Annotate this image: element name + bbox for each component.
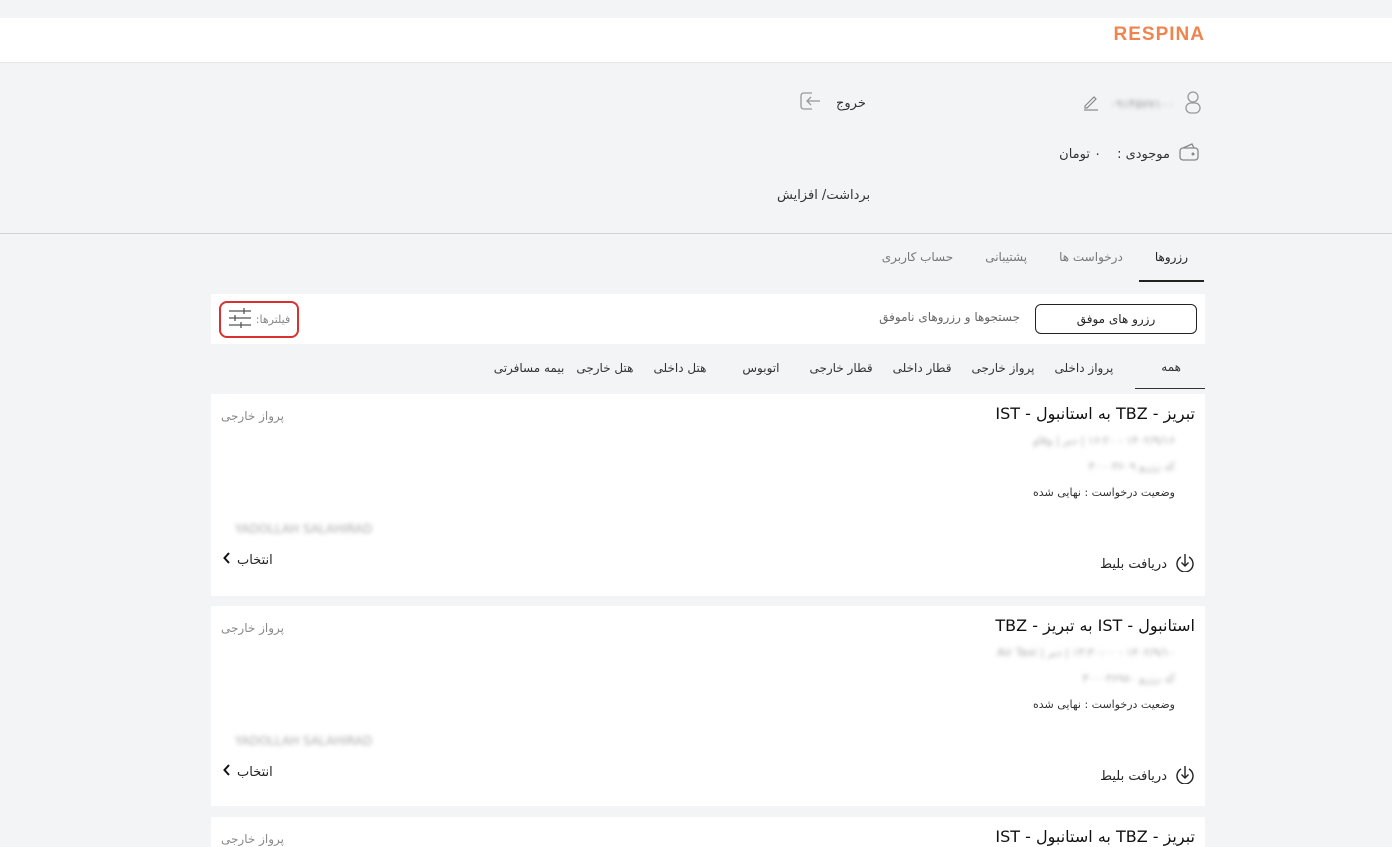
download-icon	[1175, 764, 1195, 788]
logout-button[interactable]: خروج	[798, 90, 866, 116]
booking-route: استانبول - IST به تبریز - TBZ	[995, 616, 1195, 635]
booking-type: پرواز خارجی	[221, 832, 284, 846]
select-label: انتخاب	[237, 764, 273, 780]
booking-status: وضعیت درخواست : نهایی شده	[1032, 486, 1175, 499]
booking-code: کد رزرو ۳۰۰۰۳۶۹۸۰	[1082, 672, 1175, 685]
sliders-icon	[228, 307, 252, 332]
filters-label: فیلترها:	[255, 313, 291, 326]
failed-searches-link[interactable]: جستجوها و رزروهای ناموفق	[879, 310, 1020, 324]
phone-number: ۰۹۱۴۵۷۷۱۰۰	[1109, 97, 1174, 111]
phone-row: ۰۹۱۴۵۷۷۱۰۰	[1082, 90, 1202, 118]
category-foreign-train[interactable]: قطار خارجی	[809, 353, 872, 389]
main-tabs: رزروها درخواست ها پشتیبانی حساب کاربری	[866, 240, 1204, 282]
wallet-label: موجودی :	[1117, 146, 1170, 162]
booking-route: تبریز - TBZ به استانبول - IST	[995, 827, 1195, 846]
download-ticket-button[interactable]: دریافت بلیط	[1100, 764, 1195, 788]
category-tabs: همه پرواز داخلی پرواز خارجی قطار داخلی ق…	[494, 352, 1205, 389]
tab-support[interactable]: پشتیبانی	[969, 240, 1043, 282]
passenger-name: YADOLLAH SALAHIRAD	[235, 734, 373, 748]
booking-card: استانبول - IST به تبریز - TBZ پرواز خارج…	[211, 606, 1205, 806]
booking-date: ۱۴۰۲/۹/۱۰ - ۱۳:۳۰:۰۰ | دیر | Air Taxi	[997, 646, 1175, 659]
category-all[interactable]: همه	[1135, 352, 1205, 389]
successful-reservations-button[interactable]: رزرو های موفق	[1035, 304, 1197, 334]
category-domestic-train[interactable]: قطار داخلی	[893, 353, 952, 389]
profile-section: ۰۹۱۴۵۷۷۱۰۰ خروج موجودی : ۰ تومان برداشت/…	[0, 64, 1392, 234]
top-header: RESPINA	[0, 18, 1392, 63]
respina-logo[interactable]: RESPINA	[1114, 24, 1205, 46]
category-domestic-flight[interactable]: پرواز داخلی	[1055, 353, 1114, 389]
wallet-row: موجودی : ۰ تومان	[1059, 142, 1200, 166]
category-bus[interactable]: اتوبوس	[742, 353, 779, 389]
filters-button[interactable]: فیلترها:	[219, 301, 299, 338]
download-icon	[1175, 552, 1195, 576]
wallet-icon	[1178, 142, 1200, 166]
download-ticket-label: دریافت بلیط	[1100, 768, 1167, 784]
chevron-left-icon	[223, 764, 231, 780]
tab-requests[interactable]: درخواست ها	[1043, 240, 1139, 282]
logout-icon	[798, 90, 822, 116]
booking-status: وضعیت درخواست : نهایی شده	[1032, 698, 1175, 711]
chevron-left-icon	[223, 552, 231, 568]
download-ticket-button[interactable]: دریافت بلیط	[1100, 552, 1195, 576]
category-foreign-hotel[interactable]: هتل خارجی	[576, 353, 633, 389]
booking-date: ۱۴۰۲/۹/۱۶ - ۱۶:۲۰ | دیر | وقاو	[1033, 434, 1175, 447]
select-button[interactable]: انتخاب	[223, 764, 273, 780]
tab-reservations[interactable]: رزروها	[1138, 240, 1204, 282]
category-travel-insurance[interactable]: بیمه مسافرتی	[494, 353, 565, 389]
filter-bar: رزرو های موفق جستجوها و رزروهای ناموفق ف…	[211, 294, 1205, 344]
tab-account[interactable]: حساب کاربری	[866, 240, 969, 282]
withdraw-link[interactable]: برداشت/ افزایش	[777, 188, 870, 203]
category-foreign-flight[interactable]: پرواز خارجی	[972, 353, 1035, 389]
edit-icon[interactable]	[1082, 93, 1100, 115]
user-icon	[1184, 90, 1202, 118]
logout-label: خروج	[836, 95, 866, 111]
select-label: انتخاب	[237, 552, 273, 568]
download-ticket-label: دریافت بلیط	[1100, 556, 1167, 572]
booking-route: تبریز - TBZ به استانبول - IST	[995, 404, 1195, 423]
select-button[interactable]: انتخاب	[223, 552, 273, 568]
booking-code: کد رزرو ۳۰۰۰۳۶۰۹	[1088, 460, 1175, 473]
wallet-value: ۰ تومان	[1059, 146, 1102, 162]
passenger-name: YADOLLAH SALAHIRAD	[235, 522, 373, 536]
booking-type: پرواز خارجی	[221, 621, 284, 635]
booking-card: تبریز - TBZ به استانبول - IST پرواز خارج…	[211, 817, 1205, 847]
category-domestic-hotel[interactable]: هتل داخلی	[653, 353, 706, 389]
booking-card: تبریز - TBZ به استانبول - IST پرواز خارج…	[211, 394, 1205, 596]
booking-type: پرواز خارجی	[221, 409, 284, 423]
